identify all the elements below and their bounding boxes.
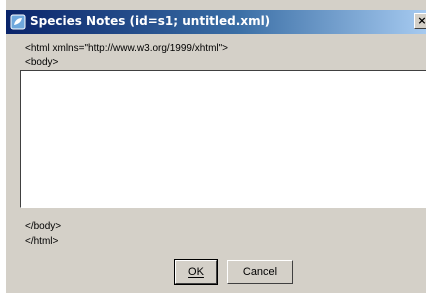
body-close-tag-label: </body> (25, 221, 62, 232)
body-open-tag-label: <body> (25, 57, 59, 68)
species-notes-dialog: Species Notes (id=s1; untitled.xml) × <h… (6, 0, 426, 293)
notes-text-area[interactable] (20, 70, 426, 208)
app-window-icon (10, 14, 26, 30)
window-title: Species Notes (id=s1; untitled.xml) (30, 14, 271, 28)
ok-button[interactable]: OK (174, 259, 218, 285)
close-icon[interactable]: × (414, 13, 426, 29)
cancel-button[interactable]: Cancel (227, 260, 293, 284)
html-open-tag-label: <html xmlns="http://www.w3.org/1999/xhtm… (25, 43, 229, 54)
ok-button-label: OK (188, 266, 204, 278)
cancel-button-label: Cancel (242, 266, 278, 278)
html-close-tag-label: </html> (25, 236, 59, 247)
title-bar[interactable]: Species Notes (id=s1; untitled.xml) × (6, 10, 426, 34)
